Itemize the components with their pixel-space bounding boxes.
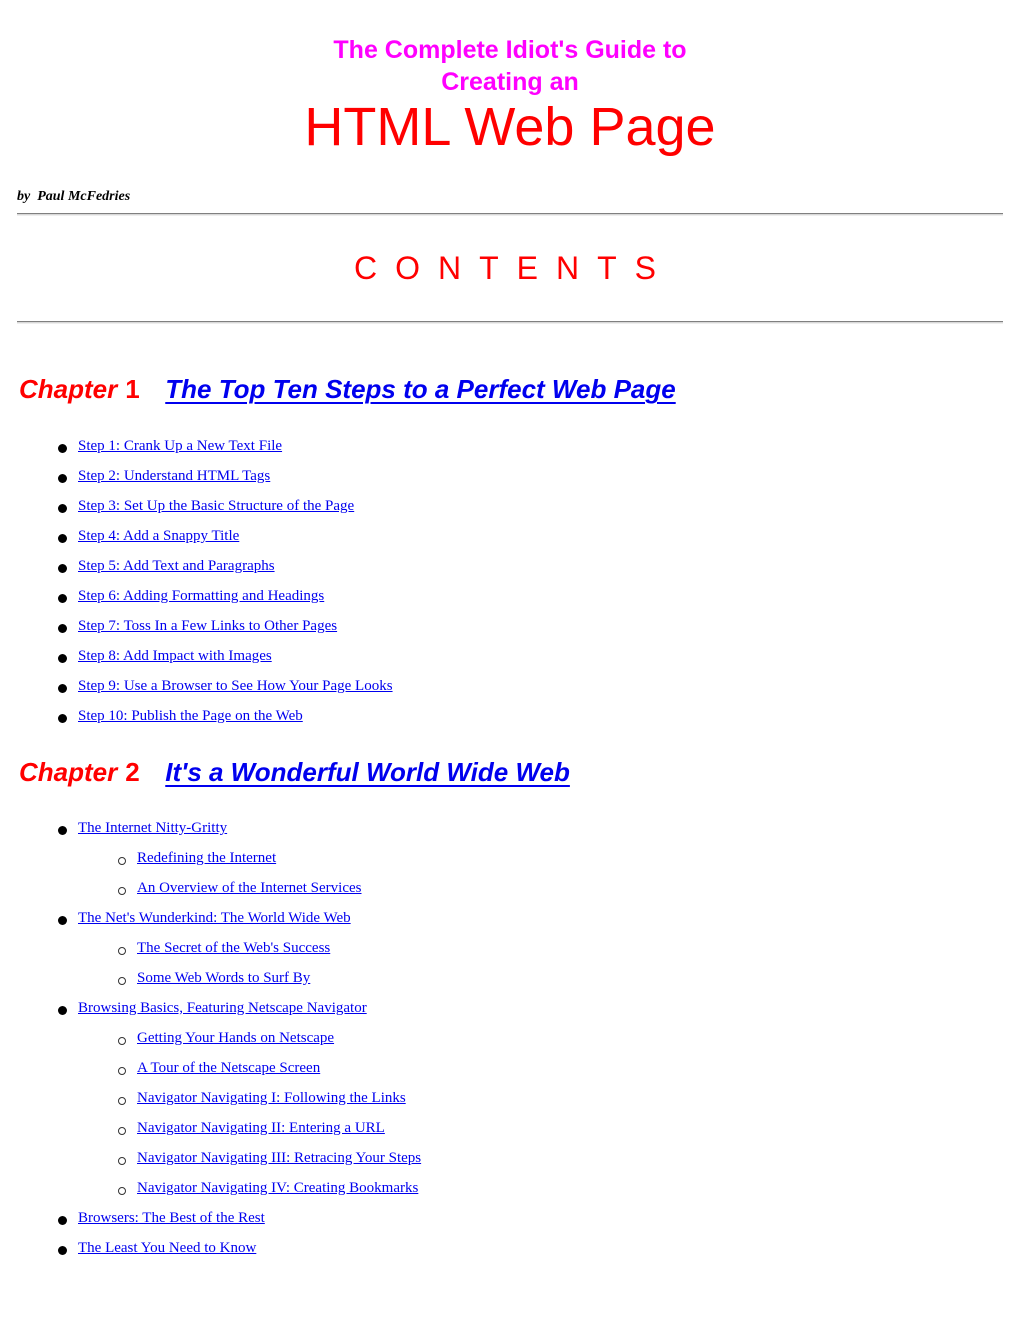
chapter-2-heading: Chapter 2 It's a Wonderful World Wide Web [19,755,570,789]
filled-bullet-icon [58,474,67,483]
toc-link[interactable]: Step 9: Use a Browser to See How Your Pa… [78,676,393,696]
chapter-label: Chapter [19,757,118,787]
filled-bullet-icon [58,504,67,513]
filled-bullet-icon [58,534,67,543]
hollow-bullet-icon [118,857,126,865]
toc-link[interactable]: Step 7: Toss In a Few Links to Other Pag… [78,616,337,636]
toc-link[interactable]: Redefining the Internet [137,848,276,868]
toc-link[interactable]: Step 2: Understand HTML Tags [78,466,270,486]
toc-link[interactable]: Navigator Navigating II: Entering a URL [137,1118,385,1138]
filled-bullet-icon [58,684,67,693]
chapter-number: 1 [125,374,140,404]
toc-link[interactable]: Step 4: Add a Snappy Title [78,526,239,546]
toc-link[interactable]: Step 6: Adding Formatting and Headings [78,586,324,606]
hollow-bullet-icon [118,887,126,895]
filled-bullet-icon [58,1216,67,1225]
chapter-1-title-link[interactable]: The Top Ten Steps to a Perfect Web Page [165,374,675,404]
filled-bullet-icon [58,654,67,663]
hollow-bullet-icon [118,1037,126,1045]
book-title-line-1: The Complete Idiot's Guide to [333,36,687,64]
filled-bullet-icon [58,916,67,925]
hollow-bullet-icon [118,1067,126,1075]
author-byline: by Paul McFedries [17,189,131,204]
toc-link[interactable]: Some Web Words to Surf By [137,968,310,988]
toc-link[interactable]: Browsers: The Best of the Rest [78,1208,265,1228]
toc-link[interactable]: The Secret of the Web's Success [137,938,330,958]
toc-link[interactable]: A Tour of the Netscape Screen [137,1058,320,1078]
toc-link[interactable]: An Overview of the Internet Services [137,878,362,898]
horizontal-rule-top [17,213,1003,215]
filled-bullet-icon [58,1246,67,1255]
filled-bullet-icon [58,564,67,573]
filled-bullet-icon [58,826,67,835]
toc-link[interactable]: Step 3: Set Up the Basic Structure of th… [78,496,354,516]
toc-link[interactable]: Step 10: Publish the Page on the Web [78,706,303,726]
toc-link[interactable]: Getting Your Hands on Netscape [137,1028,334,1048]
filled-bullet-icon [58,444,67,453]
contents-heading: CONTENTS [354,250,674,286]
chapter-label: Chapter [19,374,118,404]
filled-bullet-icon [58,1006,67,1015]
book-title-main: HTML Web Page [304,97,716,157]
chapter-number: 2 [125,757,140,787]
toc-link[interactable]: Step 5: Add Text and Paragraphs [78,556,275,576]
filled-bullet-icon [58,594,67,603]
toc-link[interactable]: The Net's Wunderkind: The World Wide Web [78,908,351,928]
chapter-1-heading: Chapter 1 The Top Ten Steps to a Perfect W… [19,372,676,406]
hollow-bullet-icon [118,1187,126,1195]
toc-link[interactable]: Navigator Navigating III: Retracing Your… [137,1148,421,1168]
toc-link[interactable]: Step 1: Crank Up a New Text File [78,436,282,456]
filled-bullet-icon [58,624,67,633]
toc-link[interactable]: Step 8: Add Impact with Images [78,646,272,666]
toc-link[interactable]: Navigator Navigating IV: Creating Bookma… [137,1178,418,1198]
toc-link[interactable]: Browsing Basics, Featuring Netscape Navi… [78,998,367,1018]
hollow-bullet-icon [118,1097,126,1105]
hollow-bullet-icon [118,977,126,985]
hollow-bullet-icon [118,1157,126,1165]
hollow-bullet-icon [118,947,126,955]
filled-bullet-icon [58,714,67,723]
hollow-bullet-icon [118,1127,126,1135]
toc-link[interactable]: Navigator Navigating I: Following the Li… [137,1088,406,1108]
horizontal-rule-bottom [17,321,1003,323]
toc-link[interactable]: The Least You Need to Know [78,1238,256,1258]
chapter-2-title-link[interactable]: It's a Wonderful World Wide Web [165,757,570,787]
toc-link[interactable]: The Internet Nitty-Gritty [78,818,227,838]
